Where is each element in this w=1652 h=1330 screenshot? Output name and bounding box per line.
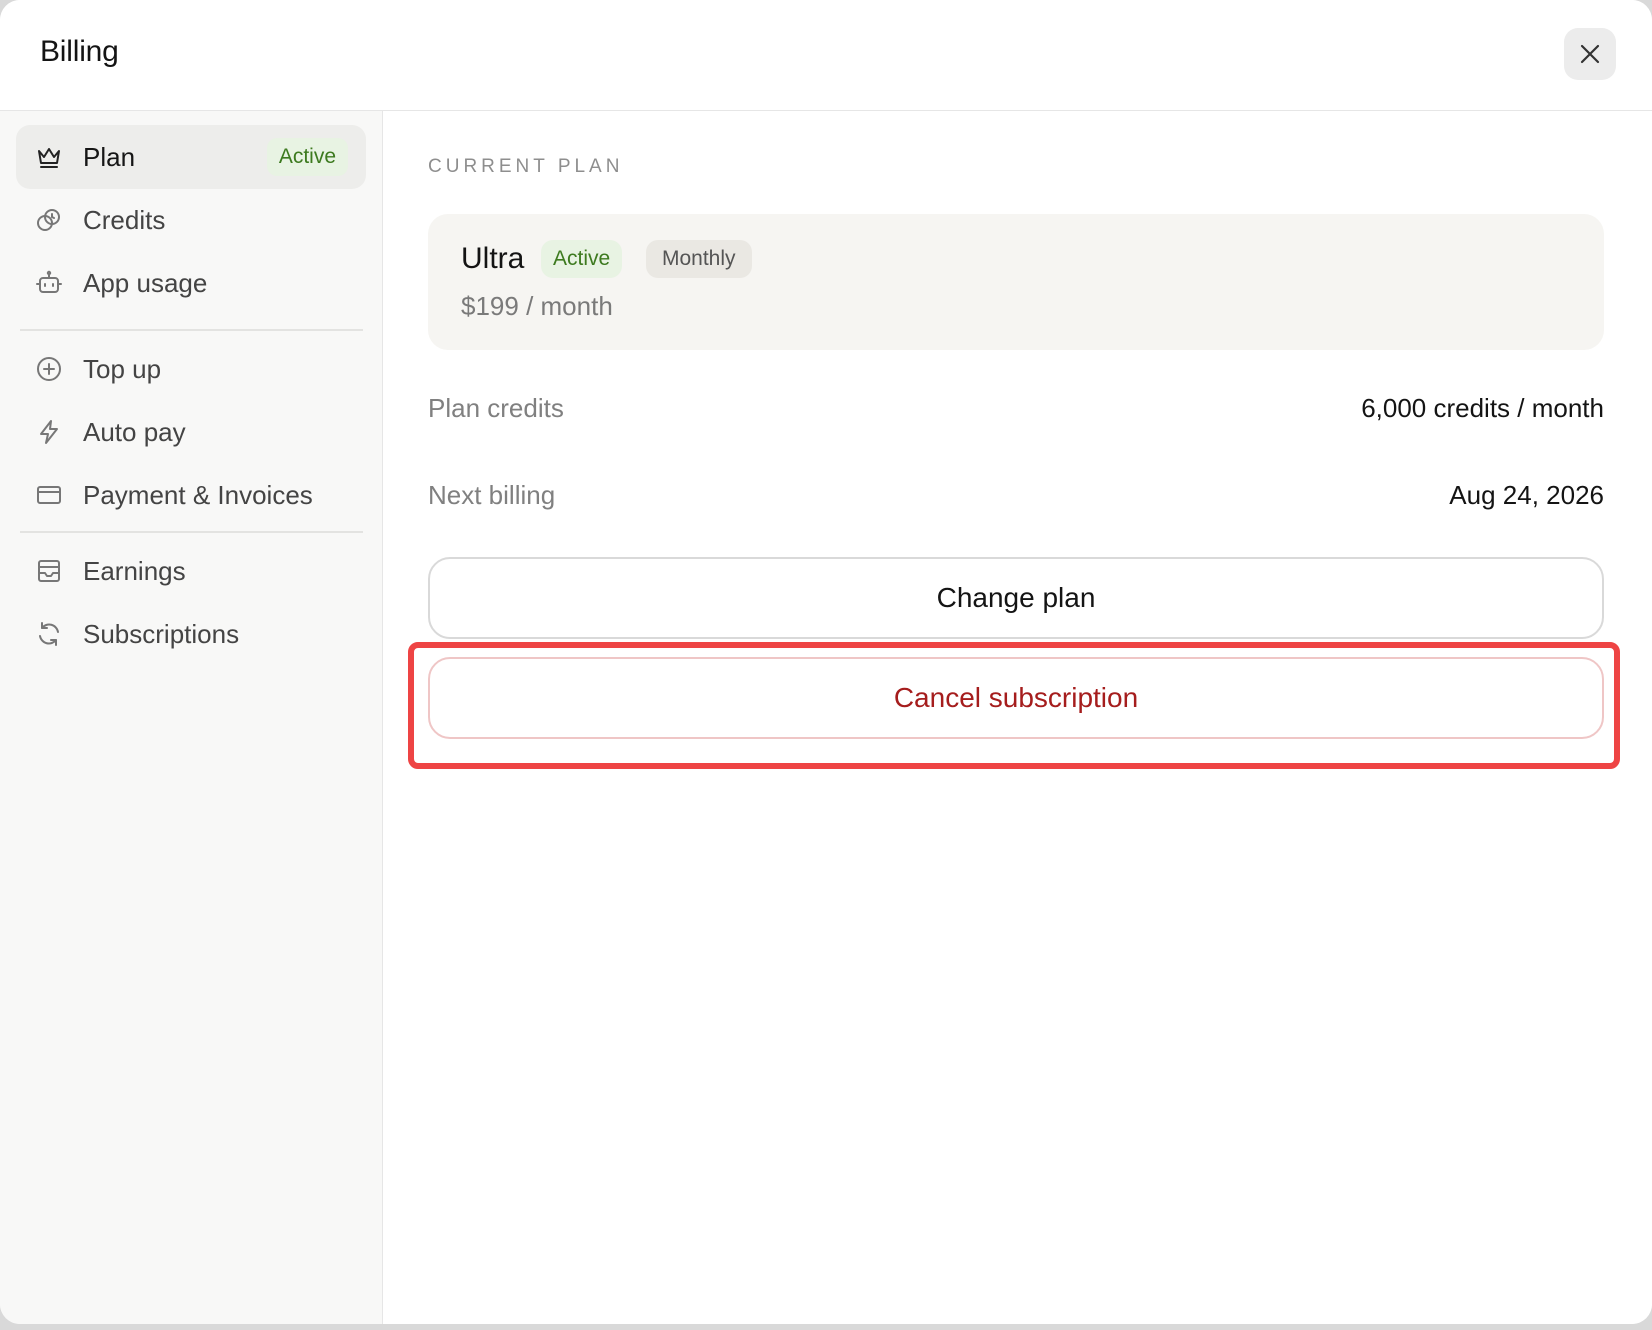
sidebar: Plan Active Credits App usage Top up Aut… xyxy=(0,111,383,1324)
sidebar-item-credits[interactable]: Credits xyxy=(16,188,366,252)
sidebar-item-top-up[interactable]: Top up xyxy=(16,337,366,401)
change-plan-button[interactable]: Change plan xyxy=(428,557,1604,639)
next-billing-value: Aug 24, 2026 xyxy=(1449,480,1604,510)
next-billing-label: Next billing xyxy=(428,480,556,510)
inbox-icon xyxy=(34,556,64,586)
next-billing-row: Next billing Aug 24, 2026 xyxy=(428,480,1604,520)
modal-header: Billing xyxy=(0,0,1652,111)
plan-status-badge: Active xyxy=(541,240,623,278)
billing-cycle-badge: Monthly xyxy=(646,240,752,278)
sidebar-item-payment-invoices[interactable]: Payment & Invoices xyxy=(16,463,366,527)
sidebar-item-label: Payment & Invoices xyxy=(83,479,313,510)
plan-credits-label: Plan credits xyxy=(428,393,564,423)
sidebar-item-label: Plan xyxy=(83,141,136,172)
sidebar-divider xyxy=(20,329,363,331)
crown-icon xyxy=(34,142,64,172)
sidebar-item-label: App usage xyxy=(83,267,208,298)
coins-icon xyxy=(34,205,64,235)
credit-card-icon xyxy=(34,480,64,510)
modal-title: Billing xyxy=(40,35,119,68)
status-badge: Active xyxy=(266,138,348,176)
plus-circle-icon xyxy=(34,354,64,384)
sidebar-item-label: Auto pay xyxy=(83,416,186,447)
section-label: CURRENT PLAN xyxy=(428,156,624,177)
billing-modal: Billing Plan Active Credits App usage To… xyxy=(0,0,1652,1324)
sidebar-item-subscriptions[interactable]: Subscriptions xyxy=(16,602,366,666)
sidebar-item-auto-pay[interactable]: Auto pay xyxy=(16,400,366,464)
sidebar-item-app-usage[interactable]: App usage xyxy=(16,251,366,315)
plan-name: Ultra xyxy=(461,242,525,275)
refresh-icon xyxy=(34,619,64,649)
close-icon xyxy=(1580,44,1600,64)
main-content: CURRENT PLAN Ultra Active Monthly $199 /… xyxy=(384,111,1652,1324)
bot-icon xyxy=(34,268,64,298)
sidebar-item-label: Earnings xyxy=(83,555,186,586)
close-button[interactable] xyxy=(1564,28,1616,80)
lightning-icon xyxy=(34,417,64,447)
sidebar-item-label: Credits xyxy=(83,204,166,235)
plan-credits-row: Plan credits 6,000 credits / month xyxy=(428,393,1604,433)
sidebar-item-label: Top up xyxy=(83,353,162,384)
plan-credits-value: 6,000 credits / month xyxy=(1361,393,1604,423)
sidebar-divider xyxy=(20,531,363,533)
sidebar-item-plan[interactable]: Plan Active xyxy=(16,125,366,189)
sidebar-item-earnings[interactable]: Earnings xyxy=(16,539,366,603)
plan-price: $199 / month xyxy=(461,291,613,321)
cancel-subscription-button[interactable]: Cancel subscription xyxy=(428,657,1604,739)
current-plan-card: Ultra Active Monthly $199 / month xyxy=(428,214,1604,350)
sidebar-item-label: Subscriptions xyxy=(83,618,240,649)
